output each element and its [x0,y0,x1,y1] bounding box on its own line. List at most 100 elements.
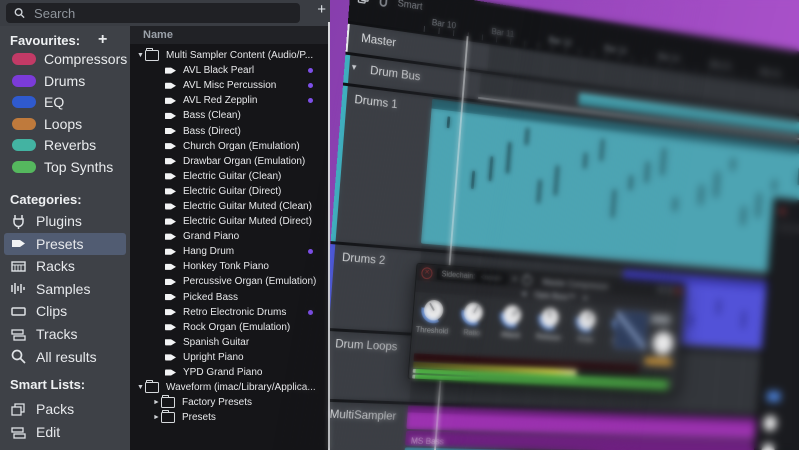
preset-name[interactable]: Opto Bass™ [534,290,576,302]
knob-release[interactable]: Release [533,304,566,342]
plugin-close-icon[interactable]: ✕ [420,266,433,279]
plugin2-button[interactable] [766,391,781,402]
favourite-item-top-synths[interactable]: Top Synths [0,156,130,178]
knob-knee[interactable]: Knee [571,306,603,344]
tree-preset-electric-guitar-muted-direct-[interactable]: Electric Guitar Muted (Direct) [130,214,328,229]
tree-preset-avl-red-zepplin[interactable]: AVL Red Zepplin [130,93,328,108]
tree-item-label: Electric Guitar (Direct) [183,185,282,197]
favourite-label: Drums [44,72,86,89]
preset-tag-icon [165,82,176,89]
sidechain-selector[interactable]: Sidechain: <none> [436,267,508,285]
tree-folder-multi-sampler-content-audio-p-[interactable]: ▼ Multi Sampler Content (Audio/P... [130,47,328,63]
preset-tag-icon [165,339,176,346]
sidebar-item-clips[interactable]: Clips [0,300,130,322]
makeup-gain-knob[interactable] [650,328,676,358]
add-button[interactable]: + [317,2,326,17]
tree-folder-waveform-imac-library-applica-[interactable]: ▼ Waveform (imac/Library/Applica... [130,379,328,395]
panel-splitter[interactable] [328,22,330,450]
chevron-right-icon[interactable]: ► [152,399,161,406]
tree-preset-avl-misc-percussion[interactable]: AVL Misc Percussion [130,78,328,93]
category-label: All results [36,348,97,365]
plugin2-knob[interactable] [760,443,776,450]
tree-preset-grand-piano[interactable]: Grand Piano [130,229,328,244]
favourite-color-pill [12,160,36,173]
midi-note [446,116,451,129]
chevron-down-icon[interactable]: ▼ [136,52,145,59]
tree-preset-drawbar-organ-emulation-[interactable]: Drawbar Organ (Emulation) [130,154,328,169]
bypass-power-icon[interactable] [521,274,532,286]
track-header-drums-1[interactable]: Drums 1 [330,85,433,249]
copy-icon[interactable] [357,0,369,5]
tree-item-label: Waveform (imac/Library/Applica... [166,382,316,394]
tree-preset-electric-guitar-direct-[interactable]: Electric Guitar (Direct) [130,184,328,199]
tree-preset-electric-guitar-clean-[interactable]: Electric Guitar (Clean) [130,169,328,184]
preset-tag-icon [165,67,176,74]
window-button[interactable] [666,287,673,294]
app-window: + Favourites: + Compressors Drums EQ Loops R… [0,0,799,450]
sidebar-item-presets[interactable]: Presets [0,232,130,255]
sidebar-item-plugins[interactable]: Plugins [0,210,130,232]
smart-snap-label[interactable]: Smart [397,0,423,13]
category-label: Packs [36,401,75,417]
preset-next-icon[interactable]: ▶ [583,294,588,302]
midi-note [731,158,735,171]
tree-folder-presets[interactable]: ► Presets [130,410,328,425]
window-close-button[interactable] [675,288,681,294]
sidebar-item-racks[interactable]: Racks [0,255,130,277]
samples-icon [10,280,27,297]
magnet-icon[interactable] [378,0,388,7]
midi-note [488,156,494,182]
favourites-add-button[interactable]: + [98,31,107,49]
tree-preset-ypd-grand-piano[interactable]: YPD Grand Piano [130,365,328,380]
track-name: Drum Loops [334,336,398,354]
favourite-item-eq[interactable]: EQ [0,91,130,113]
track-collapse-icon[interactable]: ▼ [350,62,358,72]
knob-attack[interactable]: Attack [495,301,528,340]
search-box[interactable] [6,3,300,23]
makeup-meter [644,357,673,366]
knob-ratio[interactable]: Ratio [456,298,490,338]
tree-preset-avl-black-pearl[interactable]: AVL Black Pearl [130,63,328,78]
tree-preset-honkey-tonk-piano[interactable]: Honkey Tonk Piano [130,259,328,274]
search-input[interactable] [32,4,292,22]
tree-item-label: Grand Piano [183,231,240,243]
tree-preset-spanish-guitar[interactable]: Spanish Guitar [130,335,328,350]
sidebar-item-tracks[interactable]: Tracks [0,323,130,345]
tree-preset-percussive-organ-emulation-[interactable]: Percussive Organ (Emulation) [130,274,328,289]
chevron-down-icon[interactable]: ▼ [136,384,145,391]
preset-prev-icon[interactable]: ◀ [521,290,526,298]
plugin2-knob[interactable] [762,415,778,432]
tree-preset-bass-clean-[interactable]: Bass (Clean) [130,108,328,123]
favourite-dot-indicator [308,309,313,315]
tree-folder-factory-presets[interactable]: ► Factory Presets [130,395,328,410]
favourite-color-pill [12,139,36,151]
midi-note [741,206,746,226]
tree-preset-church-organ-emulation-[interactable]: Church Organ (Emulation) [130,139,328,154]
tree-preset-electric-guitar-muted-clean-[interactable]: Electric Guitar Muted (Clean) [130,199,328,214]
compressor-plugin-window: ✕ Sidechain: <none> ✕ Master Compressor … [407,262,686,391]
sidebar-item-samples[interactable]: Samples [0,278,130,300]
tree-item-label: Hang Drum [183,246,235,258]
knob-threshold[interactable]: Threshold [415,296,451,336]
favourite-item-compressors[interactable]: Compressors [0,48,130,70]
track-header-drums-2[interactable]: Drums 2 [323,244,421,333]
chevron-right-icon[interactable]: ► [152,414,161,421]
track-header-drum-loops[interactable]: Drum Loops [318,330,414,402]
tree-preset-hang-drum[interactable]: Hang Drum [130,244,328,259]
favourite-item-reverbs[interactable]: Reverbs [0,134,130,156]
preset-tag-icon [165,233,176,240]
browser-name-header[interactable]: Name [130,26,328,44]
favourite-item-loops[interactable]: Loops [0,113,130,135]
tree-preset-rock-organ-emulation-[interactable]: Rock Organ (Emulation) [130,320,328,335]
clear-sidechain-icon[interactable]: ✕ [511,275,517,284]
favourite-dot-indicator [308,83,313,89]
smart-list-item-packs[interactable]: Packs [0,398,130,420]
sidebar-item-all-results[interactable]: All results [0,346,130,368]
smart-list-item-edit[interactable]: Edit [0,421,130,443]
tree-preset-retro-electronic-drums[interactable]: Retro Electronic Drums [130,305,328,320]
tree-preset-bass-direct-[interactable]: Bass (Direct) [130,123,328,138]
tree-preset-upright-piano[interactable]: Upright Piano [130,350,328,365]
window-button[interactable] [658,286,664,293]
tree-preset-picked-bass[interactable]: Picked Bass [130,290,328,305]
favourite-item-drums[interactable]: Drums [0,70,130,92]
